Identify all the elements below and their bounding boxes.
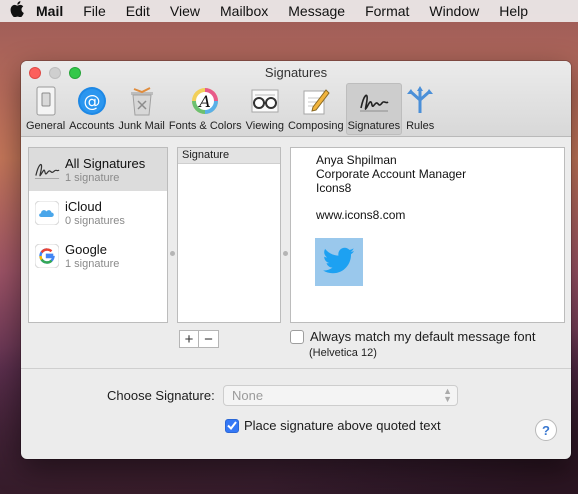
preview-line-name: Anya Shpilman [316,153,397,167]
signature-icon [358,85,390,117]
signature-icon [34,157,60,183]
svg-text:A: A [197,92,211,111]
default-font-note: (Helvetica 12) [309,347,377,359]
tab-composing-label: Composing [287,120,344,132]
signature-edit-buttons: + − [179,330,219,348]
menu-edit[interactable]: Edit [126,3,150,19]
twitter-image [315,238,363,286]
tab-viewing-label: Viewing [245,120,284,132]
remove-signature-button[interactable]: − [199,330,219,348]
tab-general[interactable]: General [24,83,67,135]
accounts-list: All Signatures 1 signature iCloud 0 sign… [28,147,168,323]
window-title: Signatures [264,65,328,80]
account-name: Google [65,241,107,257]
menu-help[interactable]: Help [499,3,528,19]
general-switch-icon [30,85,62,117]
account-item-icloud[interactable]: iCloud 0 signatures [29,191,167,234]
account-item-google[interactable]: Google 1 signature [29,234,167,277]
place-above-option[interactable]: Place signature above quoted text [225,418,441,433]
apple-menu-icon[interactable] [10,1,36,21]
menu-bar: Mail File Edit View Mailbox Message Form… [0,0,578,22]
tab-accounts-label: Accounts [69,120,115,132]
tab-rules[interactable]: Rules [402,83,438,135]
font-palette-icon: A [189,85,221,117]
always-match-font-option[interactable]: Always match my default message font [290,329,535,344]
window-titlebar: Signatures General @ Accounts Junk Mail [21,61,571,137]
google-icon [34,243,60,269]
menu-view[interactable]: View [170,3,200,19]
place-above-checkbox[interactable] [225,418,239,433]
account-name: iCloud [65,198,102,214]
at-sign-icon: @ [76,85,108,117]
menu-file[interactable]: File [83,3,106,19]
account-name: All Signatures [65,155,146,171]
place-above-label: Place signature above quoted text [244,418,441,433]
signatures-window: Signatures General @ Accounts Junk Mail [21,61,571,459]
choose-signature-select[interactable]: None ▲ ▼ [223,385,458,406]
tab-junk-mail[interactable]: Junk Mail [116,83,166,135]
tab-fonts-colors-label: Fonts & Colors [168,120,242,132]
section-divider [21,368,571,369]
tab-accounts[interactable]: @ Accounts [67,83,116,135]
account-count: 1 signature [65,257,120,270]
menu-message[interactable]: Message [288,3,345,19]
account-count: 1 signature [65,171,120,184]
signature-list: Signature [177,147,281,323]
always-match-font-checkbox[interactable] [290,329,304,344]
glasses-icon [249,85,281,117]
preferences-toolbar: General @ Accounts Junk Mail A Fonts & C… [24,83,438,135]
tab-general-label: General [26,120,66,132]
help-button[interactable]: ? [535,419,557,441]
menu-mail[interactable]: Mail [36,3,63,19]
pencil-note-icon [300,85,332,117]
menu-mailbox[interactable]: Mailbox [220,3,268,19]
tab-composing[interactable]: Composing [286,83,346,135]
preview-line-website: www.icons8.com [316,208,406,222]
signature-preview[interactable]: Anya Shpilman Corporate Account Manager … [290,147,565,323]
chevron-updown-icon: ▲ ▼ [443,386,452,404]
preview-line-title: Corporate Account Manager [316,167,467,181]
signature-list-header: Signature [178,148,280,164]
tab-signatures-label: Signatures [347,120,401,132]
choose-signature-value: None [232,388,264,403]
account-item-all-signatures[interactable]: All Signatures 1 signature [29,148,167,191]
account-count: 0 signatures [65,214,125,227]
trash-icon [126,85,158,117]
preview-line-company: Icons8 [316,181,352,195]
tab-junk-mail-label: Junk Mail [118,120,165,132]
choose-signature-label: Choose Signature: [107,388,215,403]
tab-viewing[interactable]: Viewing [244,83,286,135]
split-handle-left[interactable] [170,251,175,256]
tab-rules-label: Rules [406,120,435,132]
tab-signatures[interactable]: Signatures [345,83,403,135]
tab-fonts-colors[interactable]: A Fonts & Colors [167,83,244,135]
svg-text:@: @ [83,92,100,112]
menu-format[interactable]: Format [365,3,409,19]
always-match-font-label: Always match my default message font [310,329,536,344]
checkmark-icon [227,421,237,430]
rules-icon [404,85,436,117]
menu-window[interactable]: Window [429,3,479,19]
twitter-bird-icon [322,247,355,278]
icloud-icon [34,200,60,226]
split-handle-right[interactable] [283,251,288,256]
add-signature-button[interactable]: + [179,330,199,348]
